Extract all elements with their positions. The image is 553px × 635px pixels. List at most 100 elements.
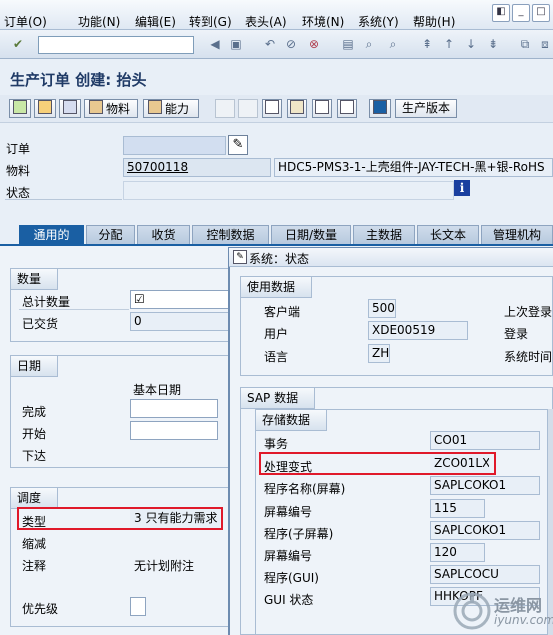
tab-master-data[interactable]: 主数据 [353,225,415,244]
subscreen-program-label: 程序(子屏幕) [264,527,334,541]
flag-button[interactable] [9,99,31,118]
tab-general[interactable]: 通用的 [19,225,84,244]
tab-long-text[interactable]: 长文本 [417,225,479,244]
command-field[interactable] [38,36,194,54]
popup-title-bar: ✎ 系统：状态 [229,248,553,267]
status-field [123,181,454,200]
login-label: 登录 [504,327,529,341]
print-icon[interactable]: ▤ [341,37,355,51]
language-label: 语言 [264,350,289,364]
basic-date-header: 基本日期 [133,383,182,397]
total-quantity-label: 总计数量 [22,295,71,309]
prev-page-icon[interactable]: ↑ [442,37,456,51]
info-icon[interactable]: i [454,180,470,196]
user-label: 用户 [264,327,289,341]
last-page-icon[interactable]: ⇟ [486,37,500,51]
cancel-icon[interactable]: ⊗ [307,37,321,51]
next-page-icon[interactable]: ↓ [464,37,478,51]
tab-administration[interactable]: 管理机构 [481,225,553,244]
maximize-icon[interactable]: □ [532,4,550,22]
status-underline [5,199,122,200]
tab-dates-quantities[interactable]: 日期/数量 [271,225,351,244]
reduction-label: 缩减 [22,537,47,551]
client-label: 客户端 [264,305,301,319]
menu-header[interactable]: 表头(A) [245,13,287,30]
edit-icon[interactable]: ✎ [228,135,248,155]
menu-system[interactable]: 系统(Y) [358,13,399,30]
page-title: 生产订单 创建: 抬头 [10,71,147,89]
material-icon [89,100,103,114]
prt-button[interactable] [287,99,307,118]
watermark-url: iyunv.com [494,613,553,627]
user-value: XDE00519 [368,321,468,340]
release-label: 下达 [22,449,47,463]
tab-goods-receipt[interactable]: 收货 [137,225,190,244]
tab-assignment[interactable]: 分配 [86,225,135,244]
overview-button[interactable] [369,99,391,118]
type-highlight-box [17,507,223,530]
note-value: 无计划附注 [134,559,195,573]
title-bar: 生产订单 创建: 抬头 [0,59,553,95]
system-time-label: 系统时间 [504,350,553,364]
gui-program-value: SAPLCOCU [430,565,540,584]
capacity-button[interactable]: 能力 [143,99,199,118]
back-icon[interactable]: ↶ [263,37,277,51]
sequence-button[interactable] [262,99,282,118]
program-screen-label: 程序名称(屏幕) [264,482,346,496]
menu-order[interactable]: 订单(O) [4,13,47,30]
finish-label: 完成 [22,405,47,419]
capacity-icon [148,100,162,114]
screen-number-2-label: 屏幕编号 [264,549,313,563]
priority-input[interactable] [130,597,146,616]
finish-date-input[interactable] [130,399,218,418]
window-icon: ✎ [233,250,247,264]
menu-function[interactable]: 功能(N) [78,13,120,30]
menu-environment[interactable]: 环境(N) [302,13,344,30]
find-icon[interactable]: ⌕ [362,37,376,51]
process-variant-highlight-box [259,452,496,475]
total-quantity-field[interactable]: ☑ [130,290,230,309]
production-version-button[interactable]: 生产版本 [395,99,457,118]
order-input[interactable] [123,136,226,155]
find-next-icon[interactable]: ⌕ [386,37,400,51]
screen-number-label: 屏幕编号 [264,505,313,519]
gui-status-label: GUI 状态 [264,593,314,607]
customize-icon[interactable]: ◧ [492,4,510,22]
repository-data-title: 存储数据 [256,410,328,431]
quantity-group-title: 数量 [11,269,59,290]
exit-icon[interactable]: ⊘ [284,37,298,51]
delivered-label: 已交货 [22,317,59,331]
doc-links-button[interactable] [312,99,332,118]
popup-title: 系统：状态 [249,252,310,266]
transaction-value: CO01 [430,431,540,450]
material-button[interactable]: 物料 [84,99,138,118]
watermark: 运维网 iyunv.com [452,587,553,635]
check-button[interactable] [34,99,56,118]
material-field[interactable]: 50700118 [123,158,271,177]
enter-icon[interactable]: ✔ [11,37,25,51]
back-arrow-icon[interactable]: ◀ [208,37,222,51]
operations-button[interactable] [215,99,235,118]
menu-edit[interactable]: 编辑(E) [135,13,176,30]
start-date-input[interactable] [130,421,218,440]
sap-data-title: SAP 数据 [241,388,316,409]
new-session-icon[interactable]: ⧉ [518,37,532,51]
usage-data-title: 使用数据 [241,277,313,298]
menu-goto[interactable]: 转到(G) [189,13,232,30]
screen-number-value: 115 [430,499,485,518]
start-label: 开始 [22,427,47,441]
program-screen-value: SAPLCOKO1 [430,476,540,495]
components-button[interactable] [238,99,258,118]
save-icon[interactable]: ▣ [229,37,243,51]
first-page-icon[interactable]: ⇞ [420,37,434,51]
tab-control-data[interactable]: 控制数据 [192,225,269,244]
priority-label: 优先级 [22,602,59,616]
shortcut-icon[interactable]: ⧈ [538,37,552,51]
delivered-value: 0 [130,312,230,331]
calculator-button[interactable] [59,99,81,118]
long-text-button[interactable] [337,99,357,118]
minimize-icon[interactable]: _ [512,4,530,22]
menu-help[interactable]: 帮助(H) [413,13,455,30]
material-label: 物料 [6,164,31,178]
transaction-label: 事务 [264,437,289,451]
